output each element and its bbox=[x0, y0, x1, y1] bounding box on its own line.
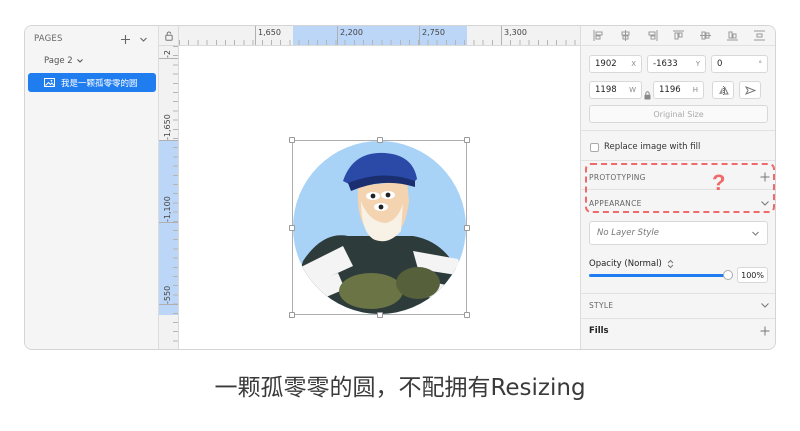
avatar-illustration bbox=[293, 141, 466, 314]
chevron-down-icon[interactable] bbox=[760, 300, 770, 310]
flip-horizontal-icon[interactable] bbox=[712, 81, 734, 99]
replace-with-fill-checkbox[interactable] bbox=[590, 142, 599, 152]
ruler-label: -1,650 bbox=[163, 114, 172, 140]
current-page-label: Page 2 bbox=[44, 56, 73, 66]
style-section[interactable]: STYLE bbox=[589, 298, 770, 312]
distribute-icon[interactable] bbox=[753, 30, 765, 42]
align-left-icon[interactable] bbox=[592, 30, 604, 42]
rotation-value: 0 bbox=[717, 59, 723, 69]
lock-ratio-icon[interactable] bbox=[644, 85, 651, 104]
horizontal-ruler[interactable]: 1,650 2,200 2,750 3,300 bbox=[179, 26, 580, 46]
alignment-toolbar bbox=[581, 26, 775, 46]
y-value: -1633 bbox=[653, 59, 678, 69]
width-value: 1198 bbox=[595, 85, 617, 95]
ruler-label: 3,300 bbox=[504, 28, 527, 37]
caption: 一颗孤零零的圆，不配拥有Resizing bbox=[214, 375, 586, 401]
align-bottom-icon[interactable] bbox=[727, 30, 739, 42]
x-suffix: X bbox=[631, 60, 636, 68]
rotation-field[interactable]: 0 ° bbox=[711, 55, 768, 73]
opacity-row[interactable]: Opacity (Normal) bbox=[589, 259, 674, 269]
rotation-suffix: ° bbox=[758, 60, 763, 68]
selected-image-layer[interactable] bbox=[289, 137, 470, 318]
question-mark-annotation: ? bbox=[712, 170, 726, 195]
align-center-h-icon[interactable] bbox=[619, 30, 631, 42]
w-suffix: W bbox=[629, 86, 636, 94]
resize-handle[interactable] bbox=[289, 137, 295, 143]
opacity-label: Opacity (Normal) bbox=[589, 259, 662, 269]
ruler-label: 1,650 bbox=[258, 28, 281, 37]
x-field[interactable]: 1902 X bbox=[589, 55, 642, 73]
resize-handle[interactable] bbox=[464, 137, 470, 143]
fills-title: Fills bbox=[589, 326, 609, 336]
ruler-lock-icon[interactable] bbox=[159, 26, 179, 46]
replace-with-fill-label: Replace image with fill bbox=[604, 142, 701, 152]
original-size-button[interactable]: Original Size bbox=[589, 105, 768, 123]
h-suffix: H bbox=[692, 86, 698, 94]
layer-style-value: No Layer Style bbox=[597, 228, 660, 238]
ruler-label: 2,200 bbox=[340, 28, 363, 37]
inspector-panel: 1902 X -1633 Y 0 ° 1198 W 1196 H Original Siz… bbox=[580, 26, 775, 349]
blend-mode-stepper-icon[interactable] bbox=[667, 259, 674, 269]
layer-label: 我是一颗孤零零的圆 bbox=[61, 78, 138, 89]
app-window: PAGES Page 2 我是一颗孤零零的圆 1,650 2,200 2,750… bbox=[24, 25, 776, 350]
opacity-slider-track[interactable] bbox=[589, 274, 728, 277]
resize-handle[interactable] bbox=[377, 137, 383, 143]
x-value: 1902 bbox=[595, 59, 617, 69]
size-row: 1198 W 1196 H bbox=[589, 81, 761, 100]
width-field[interactable]: 1198 W bbox=[589, 81, 642, 99]
chevron-down-icon bbox=[76, 59, 83, 63]
resize-handle[interactable] bbox=[377, 312, 383, 318]
resize-handle[interactable] bbox=[464, 225, 470, 231]
align-right-icon[interactable] bbox=[646, 30, 658, 42]
height-field[interactable]: 1196 H bbox=[653, 81, 704, 99]
chevron-down-icon bbox=[752, 231, 759, 236]
y-field[interactable]: -1633 Y bbox=[647, 55, 706, 73]
flip-vertical-icon[interactable] bbox=[739, 81, 761, 99]
height-value: 1196 bbox=[659, 85, 681, 95]
opacity-slider-knob[interactable] bbox=[723, 270, 733, 280]
resize-handle[interactable] bbox=[289, 225, 295, 231]
annotation-highlight-box bbox=[585, 163, 775, 213]
page-selector[interactable]: Page 2 bbox=[44, 54, 158, 68]
align-top-icon[interactable] bbox=[673, 30, 685, 42]
resize-handle[interactable] bbox=[289, 312, 295, 318]
vertical-ruler[interactable]: -2 -1,650 -1,100 -550 bbox=[159, 46, 179, 349]
ruler-label: -2 bbox=[163, 50, 172, 58]
ruler-label: 2,750 bbox=[422, 28, 445, 37]
fills-section[interactable]: Fills bbox=[589, 324, 770, 338]
layer-style-dropdown[interactable]: No Layer Style bbox=[589, 221, 768, 245]
collapse-pages-chevron-icon[interactable] bbox=[136, 32, 150, 46]
y-suffix: Y bbox=[695, 60, 700, 68]
opacity-value-field[interactable]: 100% bbox=[737, 267, 768, 283]
pages-header: PAGES bbox=[25, 26, 158, 52]
resize-handle[interactable] bbox=[464, 312, 470, 318]
add-fill-icon[interactable] bbox=[760, 326, 770, 336]
add-page-icon[interactable] bbox=[118, 32, 132, 46]
ruler-label: -1,100 bbox=[163, 196, 172, 222]
pages-title: PAGES bbox=[34, 34, 63, 44]
pages-panel: PAGES Page 2 我是一颗孤零零的圆 bbox=[25, 26, 159, 349]
layer-item[interactable]: 我是一颗孤零零的圆 bbox=[28, 73, 156, 92]
style-title: STYLE bbox=[589, 300, 614, 310]
ruler-label: -550 bbox=[163, 285, 172, 304]
position-row: 1902 X -1633 Y 0 ° bbox=[589, 55, 768, 73]
image-icon bbox=[44, 78, 55, 87]
replace-with-fill-row[interactable]: Replace image with fill bbox=[590, 142, 700, 152]
align-center-v-icon[interactable] bbox=[700, 30, 712, 42]
canvas[interactable]: 1,650 2,200 2,750 3,300 -2 -1,650 -1,100… bbox=[159, 26, 580, 349]
